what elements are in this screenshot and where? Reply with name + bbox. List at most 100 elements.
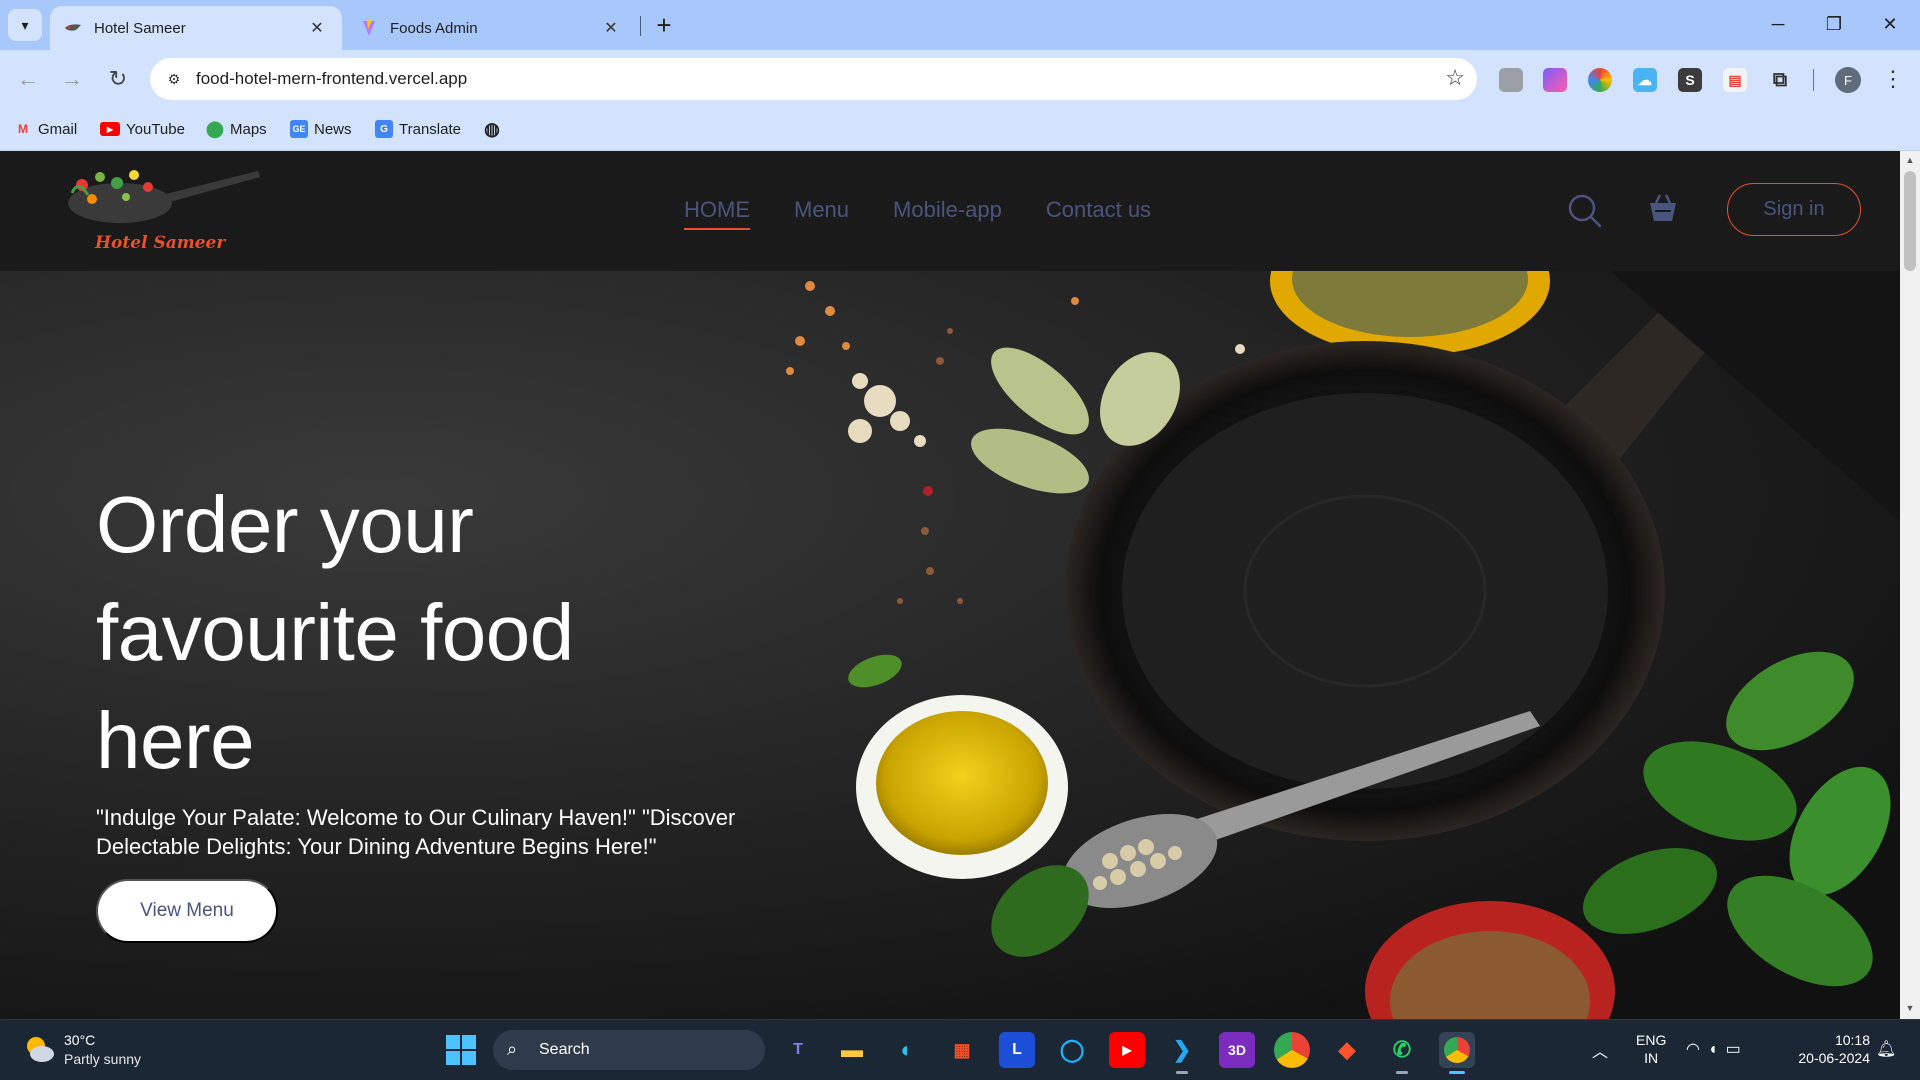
l-app-icon[interactable]: L — [999, 1032, 1035, 1068]
whatsapp-icon[interactable]: ✆ — [1384, 1032, 1420, 1074]
browser-toolbar: ← → ↻ ⚙ food-hotel-mern-frontend.vercel.… — [0, 50, 1920, 108]
toolbar-divider — [1813, 69, 1814, 91]
extension-s-icon[interactable]: S — [1678, 68, 1702, 92]
bookmark-youtube[interactable]: ▶ YouTube — [100, 118, 185, 140]
region-code: IN — [1644, 1050, 1659, 1066]
clock-date: 20-06-2024 — [1798, 1050, 1870, 1066]
extension-cloud-icon[interactable]: ☁ — [1633, 68, 1657, 92]
sign-in-button[interactable]: Sign in — [1727, 183, 1861, 236]
paint-3d-icon[interactable]: 3D — [1219, 1032, 1255, 1068]
bookmark-translate[interactable]: G Translate — [375, 118, 461, 140]
taskbar-search-label: Search — [539, 1041, 590, 1058]
extension-1-icon[interactable] — [1499, 68, 1523, 92]
page-scrollbar[interactable]: ▲ ▼ — [1900, 151, 1920, 1019]
tab-title: Hotel Sameer — [94, 19, 186, 37]
restore-button[interactable]: ❐ — [1806, 0, 1862, 48]
new-tab-button[interactable]: + — [650, 10, 678, 40]
weather-description[interactable]: Partly sunny — [64, 1051, 141, 1067]
browser-tabstrip: ▾ Hotel Sameer ✕ Foods Admin ✕ + ─ ❐ ✕ — [0, 0, 1920, 50]
search-icon: ⌕ — [507, 1039, 518, 1059]
search-icon[interactable] — [1567, 193, 1603, 229]
edge-icon[interactable]: ◐ — [889, 1032, 925, 1068]
extension-color-icon[interactable] — [1588, 68, 1612, 92]
windows-start-icon[interactable] — [446, 1035, 476, 1065]
running-indicator — [1396, 1071, 1408, 1074]
tab-search-button[interactable]: ▾ — [8, 9, 42, 41]
arrow-right-icon: → — [61, 66, 83, 91]
bookmark-label: News — [314, 120, 352, 138]
brand-name: Hotel Sameer — [95, 233, 226, 253]
forward-button[interactable]: → — [54, 61, 90, 97]
bookmark-star-icon[interactable]: ☆ — [1445, 65, 1465, 91]
clock[interactable]: 10:18 20-06-2024 — [1790, 1031, 1870, 1067]
scroll-up-icon[interactable]: ▲ — [1904, 155, 1916, 167]
basket-icon[interactable] — [1646, 191, 1680, 225]
clock-time: 10:18 — [1834, 1032, 1870, 1048]
tab-hotel-sameer[interactable]: Hotel Sameer ✕ — [50, 6, 342, 50]
close-icon[interactable]: ✕ — [306, 17, 328, 39]
tab-foods-admin[interactable]: Foods Admin ✕ — [346, 6, 636, 50]
url-text[interactable]: food-hotel-mern-frontend.vercel.app — [196, 69, 467, 89]
site-info-icon[interactable]: ⚙ — [162, 67, 186, 91]
hero-section: Order your favourite food here "Indulge … — [0, 271, 1900, 1019]
bookmark-news[interactable]: GE News — [290, 118, 352, 140]
teams-icon[interactable]: T — [780, 1032, 816, 1068]
input-language[interactable]: ENG IN — [1636, 1031, 1666, 1067]
vscode-icon[interactable]: ❯ — [1164, 1032, 1200, 1074]
file-explorer-icon[interactable]: ▬ — [834, 1032, 870, 1068]
minimize-button[interactable]: ─ — [1750, 0, 1806, 48]
partly-sunny-icon[interactable] — [22, 1032, 56, 1066]
youtube-icon: ▶ — [100, 122, 120, 136]
extension-2-icon[interactable] — [1543, 68, 1567, 92]
address-bar[interactable]: ⚙ food-hotel-mern-frontend.vercel.app ☆ — [150, 58, 1477, 100]
hero-subtitle: "Indulge Your Palate: Welcome to Our Cul… — [96, 805, 736, 859]
volume-icon[interactable]: ◖ — [1708, 1041, 1726, 1058]
close-window-button[interactable]: ✕ — [1862, 0, 1918, 48]
weather-temperature[interactable]: 30°C — [64, 1032, 95, 1048]
nav-home[interactable]: HOME — [684, 197, 750, 230]
translate-icon: G — [375, 120, 393, 138]
nav-mobile-app[interactable]: Mobile-app — [893, 197, 1002, 230]
scrollbar-thumb[interactable] — [1904, 171, 1916, 271]
news-icon: GE — [290, 120, 308, 138]
tab-title: Foods Admin — [390, 19, 478, 37]
chrome-icon[interactable] — [1274, 1032, 1310, 1068]
bookmark-label: Translate — [399, 120, 461, 138]
youtube-app-icon[interactable]: ▶ — [1109, 1032, 1145, 1068]
vite-favicon-icon — [360, 19, 378, 37]
hero-title: Order your favourite food here — [96, 480, 574, 785]
extensions-puzzle-icon[interactable]: ⧉ — [1768, 68, 1792, 92]
tray-status-icons[interactable]: ◠◖▭ — [1686, 1039, 1749, 1059]
view-menu-button[interactable]: View Menu — [96, 879, 278, 943]
bookmark-label: Gmail — [38, 120, 78, 138]
arrow-left-icon: ← — [17, 66, 39, 91]
wifi-icon[interactable]: ◠ — [1686, 1041, 1708, 1058]
back-button[interactable]: ← — [10, 61, 46, 97]
tray-chevron-up-icon[interactable]: ︿ — [1592, 1038, 1608, 1062]
bookmark-maps[interactable]: ⬤ Maps — [206, 118, 267, 140]
gmail-icon: M — [18, 122, 28, 136]
more-menu-icon[interactable]: ⋮ — [1880, 64, 1906, 94]
bookmark-label: Maps — [230, 120, 267, 138]
brave-icon[interactable]: ◆ — [1329, 1032, 1365, 1068]
windows-taskbar: 30°C Partly sunny ⌕ Search T ▬ ◐ ▦ L ◯ ▶… — [0, 1019, 1920, 1080]
hotel-favicon-icon — [64, 19, 82, 37]
chevron-down-icon: ▾ — [21, 16, 29, 33]
bookmark-globe[interactable]: ◍ — [483, 118, 507, 140]
taskbar-search-box[interactable]: ⌕ Search — [493, 1030, 765, 1070]
notification-bell-icon[interactable]: 🔔︎ — [1876, 1039, 1896, 1059]
chrome-profile-icon[interactable] — [1439, 1032, 1475, 1074]
active-indicator — [1449, 1071, 1465, 1074]
nav-contact-us[interactable]: Contact us — [1046, 197, 1151, 230]
reload-button[interactable]: ↻ — [100, 61, 136, 97]
profile-avatar[interactable]: F — [1835, 67, 1861, 93]
scroll-down-icon[interactable]: ▼ — [1904, 1003, 1916, 1015]
cortana-icon[interactable]: ◯ — [1054, 1032, 1090, 1068]
close-icon[interactable]: ✕ — [600, 17, 622, 39]
chrome-logo-icon — [1444, 1037, 1470, 1063]
battery-icon[interactable]: ▭ — [1726, 1041, 1749, 1058]
store-icon[interactable]: ▦ — [944, 1032, 980, 1068]
bookmark-gmail[interactable]: M Gmail — [14, 118, 77, 140]
nav-menu[interactable]: Menu — [794, 197, 849, 230]
extension-calendar-icon[interactable]: ▤ — [1723, 68, 1747, 92]
